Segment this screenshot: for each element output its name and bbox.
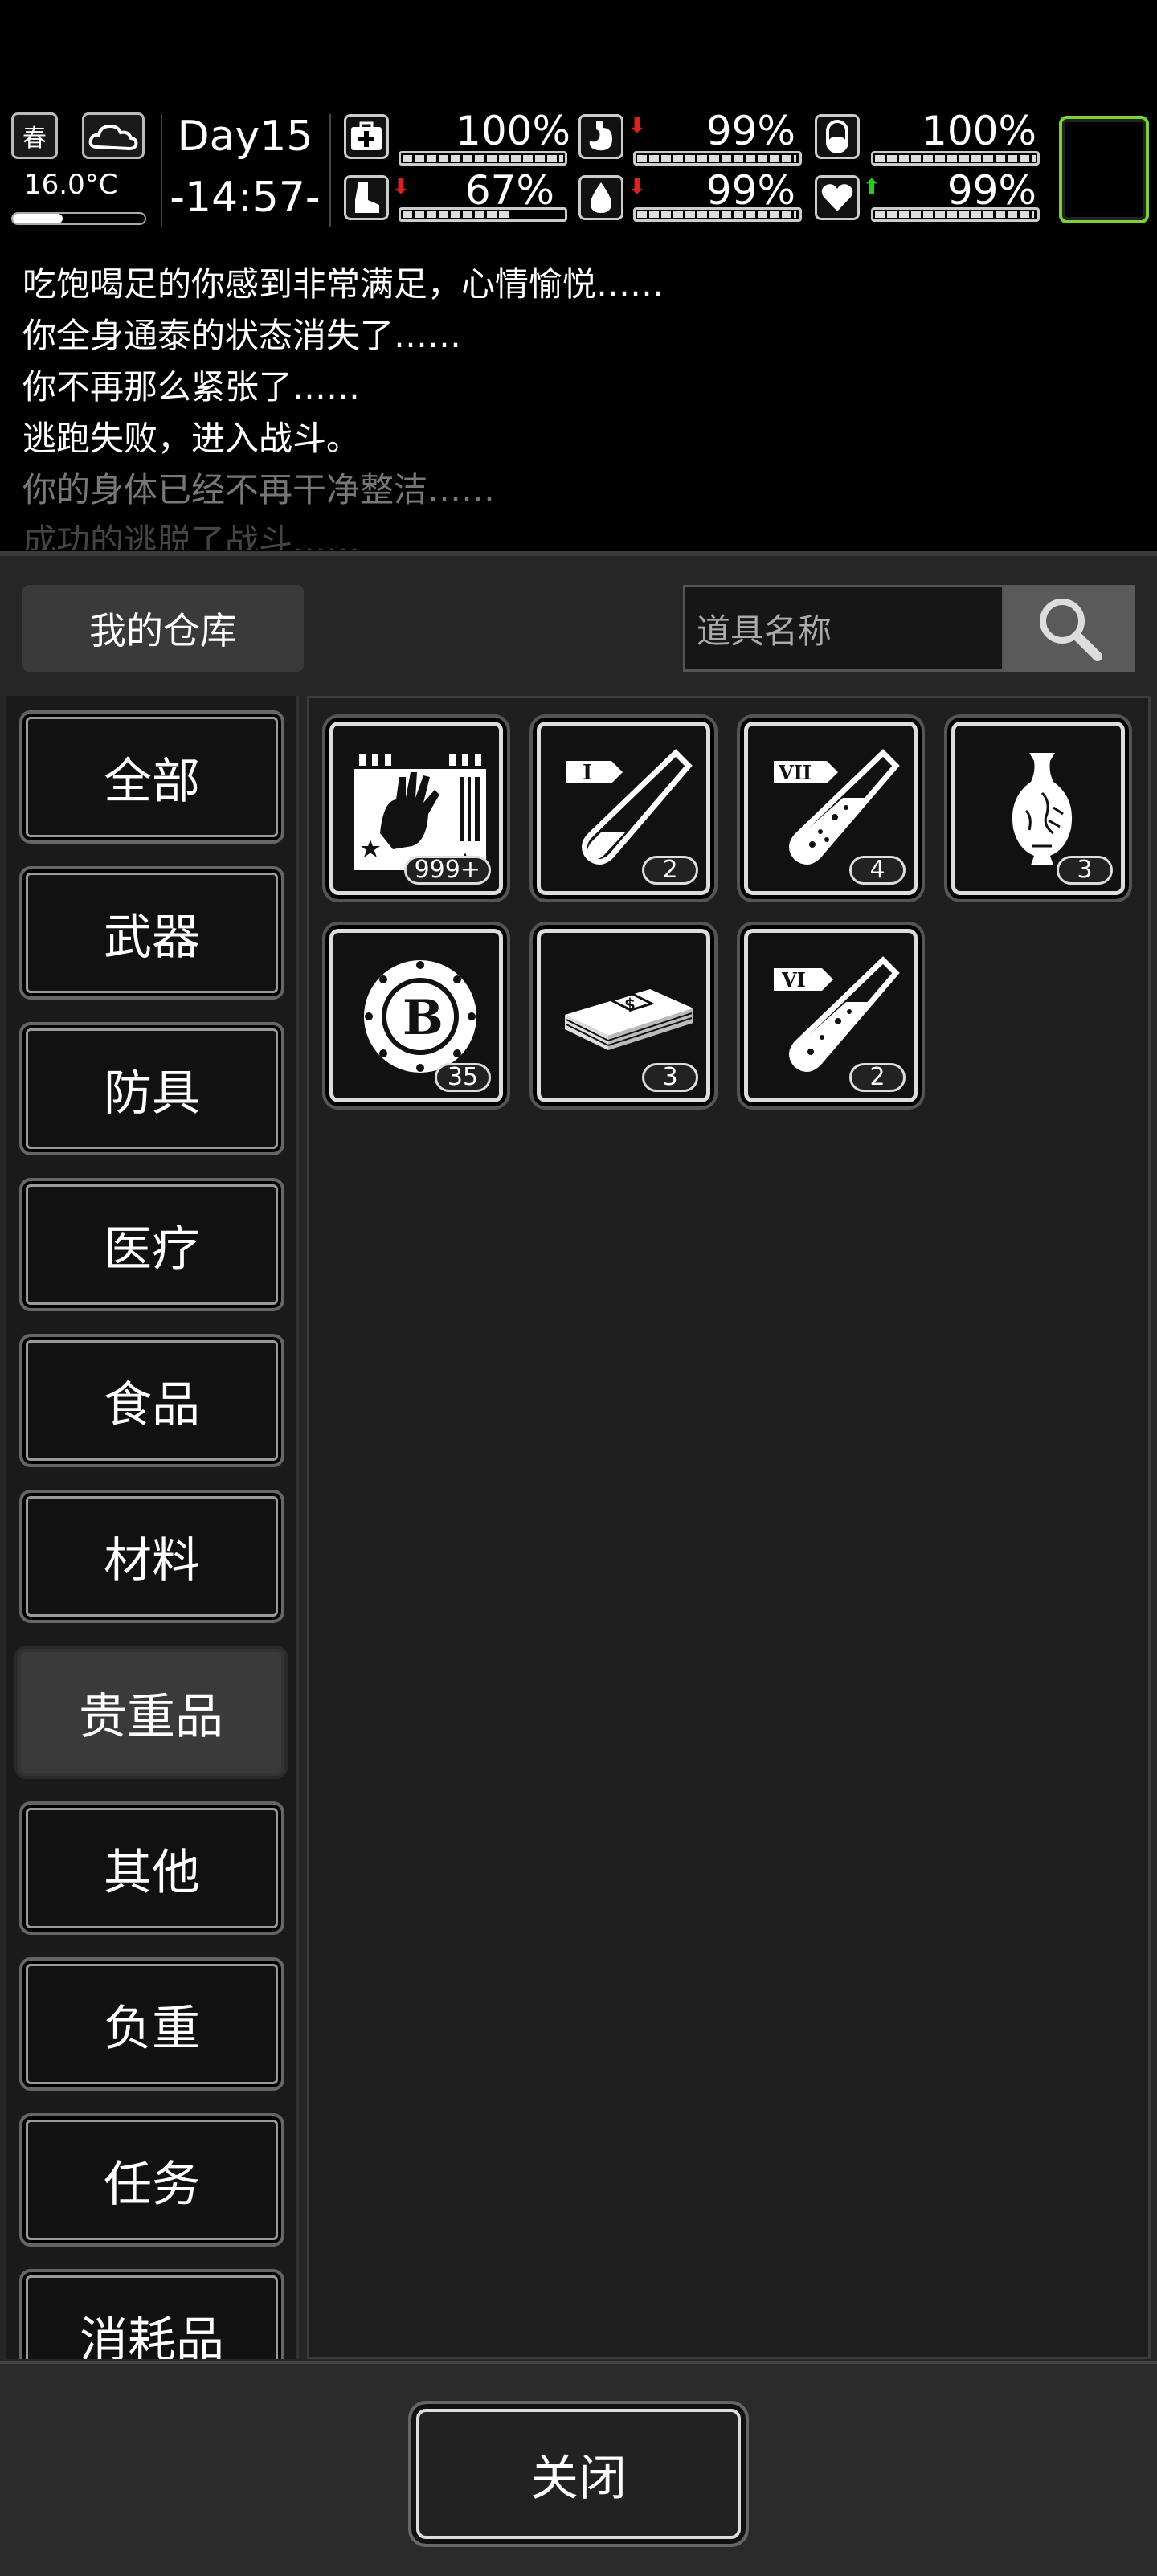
log-line: 你全身通泰的状态消失了…… (22, 316, 462, 355)
item-slot[interactable]: VII 4 (737, 714, 925, 902)
log-line: 你的身体已经不再干净整洁…… (22, 470, 496, 509)
health-bar (399, 151, 567, 166)
item-search-input[interactable]: 道具名称 (683, 585, 1004, 672)
log-line: 你不再那么紧张了…… (22, 367, 361, 407)
category-quest-button[interactable]: 任务 (19, 2113, 284, 2247)
bitcoin-coin-icon: B (364, 960, 476, 1073)
category-other-button[interactable]: 其他 (19, 1801, 284, 1935)
svg-text:VII: VII (778, 761, 812, 784)
category-valuables-button[interactable]: 贵重品 (14, 1646, 288, 1779)
message-log[interactable]: 吃饱喝足的你感到非常满足，心情愉悦…… 你全身通泰的状态消失了…… 你不再那么紧… (0, 241, 1157, 550)
category-medical-button[interactable]: 医疗 (19, 1178, 284, 1311)
category-consumables-button[interactable]: 消耗品 (19, 2269, 284, 2359)
mood-bar-fill (875, 211, 1034, 218)
category-food-button[interactable]: 食品 (19, 1334, 284, 1467)
stamina-trend-down-icon: ⬇ (392, 175, 410, 199)
thirst-bar-fill (637, 211, 796, 218)
heart-icon (815, 175, 860, 220)
stamina-bar-fill (403, 211, 510, 218)
status-hud: 春 16.0°C Day15 -14:57- 100% ⬇ 99% 100% ⬇… (0, 108, 1157, 239)
weather-cloudy-icon (82, 112, 145, 159)
temperature-value: 16.0°C (24, 169, 118, 201)
hunger-bar (633, 151, 802, 166)
item-slot[interactable]: I 2 (529, 714, 718, 902)
search-placeholder: 道具名称 (697, 611, 832, 651)
character-portrait-slot[interactable] (1059, 116, 1149, 223)
hud-divider (161, 114, 162, 227)
hunger-value: 99% (705, 108, 795, 154)
sleep-bar (871, 151, 1040, 166)
temperature-bar (11, 212, 146, 225)
log-line: 吃饱喝足的你感到非常满足，心情愉悦…… (22, 264, 664, 304)
mood-bar (871, 207, 1040, 222)
health-value: 100% (456, 108, 570, 154)
hunger-trend-down-icon: ⬇ (628, 114, 646, 138)
item-grid: 999+ I 2 VII 4 3 B 35 $ 3 VI 2 (307, 696, 1151, 2359)
warehouse-window: 我的仓库 道具名称 全部 武器 防具 医疗 食品 材料 贵重品 其他 负重 任务… (0, 551, 1157, 2576)
cash-stack-icon: $ (565, 989, 693, 1050)
test-tube-vi-icon: VI (774, 956, 900, 1072)
medkit-icon (344, 114, 389, 159)
category-materials-button[interactable]: 材料 (19, 1490, 284, 1623)
category-weight-button[interactable]: 负重 (19, 1957, 284, 2091)
stamina-bar (399, 207, 567, 222)
warehouse-title: 我的仓库 (22, 585, 304, 672)
item-slot[interactable]: B 35 (322, 922, 510, 1110)
hunger-bar-fill (637, 155, 796, 162)
category-sidebar[interactable]: 全部 武器 防具 医疗 食品 材料 贵重品 其他 负重 任务 消耗品 (6, 696, 299, 2359)
search-icon (1040, 599, 1102, 661)
thirst-bar (633, 207, 802, 222)
sleep-value: 100% (922, 108, 1036, 154)
porcelain-vase-icon (1012, 753, 1073, 865)
window-footer: 关闭 (0, 2361, 1157, 2576)
item-count-badge: 2 (849, 1063, 906, 1092)
season-indicator: 春 (11, 112, 58, 159)
log-line: 成功的逃脱了战斗…… (22, 521, 361, 550)
category-all-button[interactable]: 全部 (19, 710, 284, 844)
item-count-badge: 35 (435, 1063, 491, 1092)
clock-time: -14:57- (170, 174, 321, 222)
svg-text:B: B (403, 990, 444, 1046)
season-label: 春 (22, 125, 47, 153)
svg-text:I: I (583, 761, 592, 785)
item-count-badge: 3 (642, 1063, 698, 1092)
health-bar-fill (403, 155, 563, 162)
close-button[interactable]: 关闭 (408, 2401, 749, 2547)
hud-divider (329, 114, 331, 227)
svg-text:$: $ (624, 995, 636, 1014)
zombie-hand-card-icon (354, 751, 486, 870)
day-label: Day15 (177, 112, 313, 161)
search-button[interactable] (1004, 585, 1135, 672)
water-drop-icon (578, 175, 623, 220)
item-slot[interactable]: 999+ (322, 714, 510, 902)
log-line: 逃跑失败，进入战斗。 (22, 419, 361, 458)
pill-icon (815, 114, 860, 159)
mood-trend-up-icon: ⬆ (863, 175, 881, 199)
category-weapons-button[interactable]: 武器 (19, 866, 284, 1000)
item-slot[interactable]: VI 2 (737, 922, 925, 1110)
item-count-badge: 3 (1057, 856, 1113, 885)
item-slot[interactable]: $ 3 (529, 922, 718, 1110)
boot-icon (344, 175, 389, 220)
test-tube-vii-icon: VII (774, 749, 900, 865)
item-slot[interactable]: 3 (944, 714, 1132, 902)
sleep-bar-fill (875, 155, 1036, 162)
svg-text:VI: VI (781, 968, 806, 992)
item-count-badge: 4 (849, 856, 906, 885)
item-count-badge: 2 (642, 856, 698, 885)
test-tube-i-icon: I (566, 749, 693, 865)
thirst-trend-down-icon: ⬇ (628, 175, 646, 199)
item-count-badge: 999+ (403, 856, 491, 885)
category-armor-button[interactable]: 防具 (19, 1022, 284, 1155)
stomach-icon (578, 114, 623, 159)
